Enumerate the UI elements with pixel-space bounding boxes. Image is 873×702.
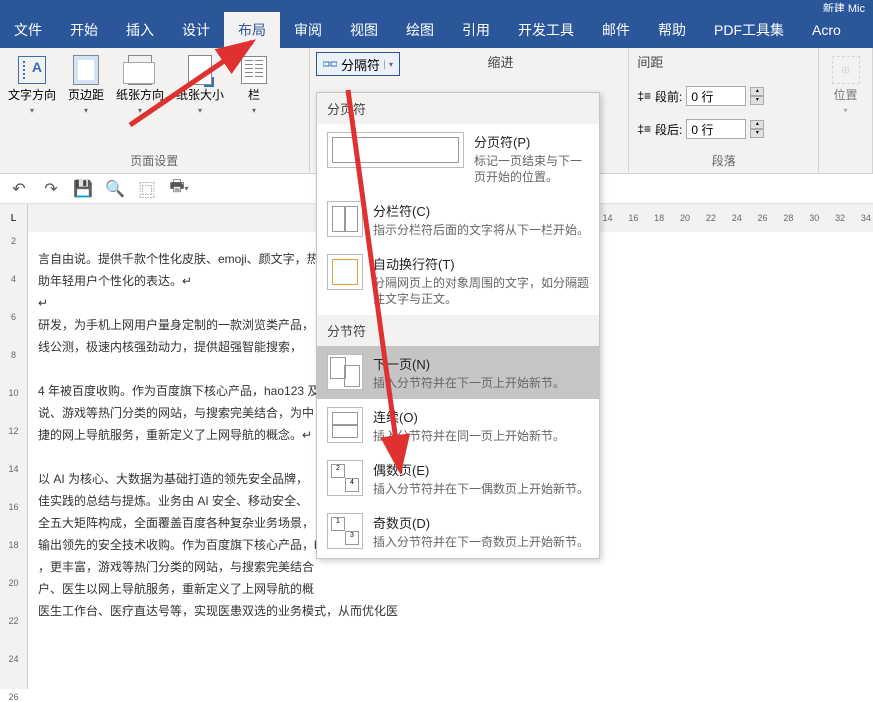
print-button[interactable]: 🖶 ▾ [170,180,188,198]
menu-item-desc: 插入分节符并在下一奇数页上开始新节。 [373,534,589,550]
columns-button[interactable]: 栏▾ [234,52,274,120]
break-menu-item-odd[interactable]: 13 奇数页(D) 插入分节符并在下一奇数页上开始新节。 [317,505,599,558]
tab-引用[interactable]: 引用 [448,12,504,48]
spinner[interactable]: ▴▾ [750,87,764,105]
size-icon [188,55,212,85]
break-odd-icon: 13 [327,513,363,549]
break-menu-item-column[interactable]: 分栏符(C) 指示分栏符后面的文字将从下一栏开始。 [317,193,599,246]
spacing-before-icon: ‡≡ [637,89,651,103]
break-menu-item-wrap[interactable]: 自动换行符(T) 分隔网页上的对象周围的文字，如分隔题注文字与正文。 [317,246,599,315]
spacing-before-input[interactable] [686,86,746,106]
chevron-down-icon: ▾ [252,106,256,115]
break-menu-item-next[interactable]: 下一页(N) 插入分节符并在下一页上开始新节。 [317,346,599,399]
break-next-icon [327,354,363,390]
margins-icon [73,55,99,85]
position-icon: ⊞ [832,56,860,84]
menu-item-desc: 插入分节符并在下一页上开始新节。 [373,375,589,391]
break-menu-item-cont[interactable]: 连续(O) 插入分节符并在同一页上开始新节。 [317,399,599,452]
chevron-down-icon: ▾ [844,106,848,115]
menu-item-title: 分页符(P) [474,132,589,151]
chevron-down-icon: ▾ [138,106,142,115]
spacing-before-label: 段前: [655,88,682,105]
redo-button[interactable]: ↷ [42,180,60,198]
break-page-icon [327,132,464,168]
undo-button[interactable]: ↶ [10,180,28,198]
text-direction-icon [18,56,46,84]
menu-item-title: 分栏符(C) [373,201,589,220]
menu-item-title: 奇数页(D) [373,513,589,532]
spacing-after-label: 段后: [655,121,682,138]
tab-开发工具[interactable]: 开发工具 [504,12,588,48]
spacing-after-icon: ‡≡ [637,122,651,136]
tab-帮助[interactable]: 帮助 [644,12,700,48]
chevron-down-icon: ▾ [30,106,34,115]
chevron-down-icon: ▾ [198,106,202,115]
save-button[interactable]: 💾 [74,180,92,198]
tab-绘图[interactable]: 绘图 [392,12,448,48]
tab-Acro[interactable]: Acro [798,12,855,48]
menu-section-header: 分节符 [317,315,599,346]
columns-icon [241,56,267,84]
chevron-down-icon: ▾ [384,60,393,69]
titlebar: 新建 Mic [0,0,873,12]
breaks-button[interactable]: 分隔符 ▾ [316,52,400,76]
spacing-header: 间距 [637,52,810,77]
tab-PDF工具集[interactable]: PDF工具集 [700,12,798,48]
margins-button[interactable]: 页边距▾ [66,52,106,120]
tab-审阅[interactable]: 审阅 [280,12,336,48]
group-spacing: 间距 ‡≡ 段前: ▴▾ ‡≡ 段后: ▴▾ 段落 [629,48,819,173]
tab-插入[interactable]: 插入 [112,12,168,48]
group-label-page-setup: 页面设置 [6,152,303,171]
breaks-icon [323,59,337,69]
doc-line: ，更丰富，游戏等热门分类的网站，与搜索完美结合 [38,556,863,578]
menu-item-desc: 标记一页结束与下一页开始的位置。 [474,153,589,185]
doc-line: 医生工作台、医疗直达号等，实现医患双选的业务模式，从而优化医 [38,600,863,622]
orientation-button[interactable]: 纸张方向▾ [114,52,166,120]
menu-item-desc: 插入分节符并在同一页上开始新节。 [373,428,589,444]
chevron-down-icon: ▾ [84,106,88,115]
search-button[interactable]: 🔍 [106,180,124,198]
size-button[interactable]: 纸张大小▾ [174,52,226,120]
menu-item-desc: 插入分节符并在下一偶数页上开始新节。 [373,481,589,497]
menu-item-title: 连续(O) [373,407,589,426]
menu-item-title: 偶数页(E) [373,460,589,479]
break-menu-item-page[interactable]: 分页符(P) 标记一页结束与下一页开始的位置。 [317,124,599,193]
spacing-after-input[interactable] [686,119,746,139]
menu-item-desc: 分隔网页上的对象周围的文字，如分隔题注文字与正文。 [373,275,589,307]
menu-item-desc: 指示分栏符后面的文字将从下一栏开始。 [373,222,589,238]
tab-文件[interactable]: 文件 [0,12,56,48]
break-wrap-icon [327,254,363,290]
tab-开始[interactable]: 开始 [56,12,112,48]
tab-视图[interactable]: 视图 [336,12,392,48]
group-label-paragraph: 段落 [637,152,810,171]
doc-line: 户、医生以网上导航服务，重新定义了上网导航的概 [38,578,863,600]
tab-设计[interactable]: 设计 [168,12,224,48]
tab-邮件[interactable]: 邮件 [588,12,644,48]
indent-header: 缩进 [488,52,621,77]
tab-布局[interactable]: 布局 [224,12,280,48]
position-button[interactable]: ⊞ 位置▾ [825,52,866,120]
break-menu-item-even[interactable]: 24 偶数页(E) 插入分节符并在下一偶数页上开始新节。 [317,452,599,505]
ruler-corner: L [0,204,28,232]
break-cont-icon [327,407,363,443]
group-position: ⊞ 位置▾ [819,48,873,173]
menu-item-title: 下一页(N) [373,354,589,373]
orientation-icon [128,55,152,85]
breaks-dropdown-menu: 分页符分页符(P) 标记一页结束与下一页开始的位置。分栏符(C) 指示分栏符后面的文… [316,92,600,559]
group-page-setup: 文字方向▾ 页边距▾ 纸张方向▾ 纸张大小▾ 栏▾ 页面设置 [0,48,310,173]
menu-section-header: 分页符 [317,93,599,124]
ribbon-tabs: 文件开始插入设计布局审阅视图绘图引用开发工具邮件帮助PDF工具集Acro [0,12,873,48]
select-button[interactable]: ⿴ [138,180,156,198]
break-even-icon: 24 [327,460,363,496]
text-direction-button[interactable]: 文字方向▾ [6,52,58,120]
spinner[interactable]: ▴▾ [750,120,764,138]
menu-item-title: 自动换行符(T) [373,254,589,273]
break-column-icon [327,201,363,237]
vertical-ruler[interactable]: 2468101214161820222426 [0,232,28,689]
